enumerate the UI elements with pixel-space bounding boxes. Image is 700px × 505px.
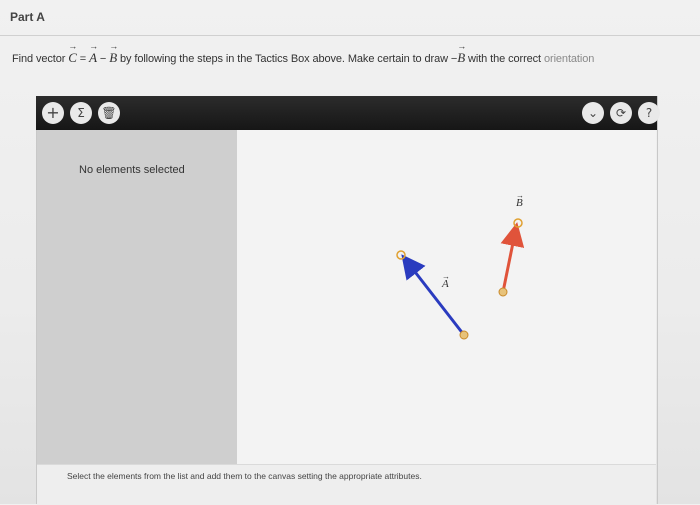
vector-b-line[interactable] xyxy=(500,222,525,293)
vector-a-line[interactable] xyxy=(401,254,466,336)
vector-b[interactable]: B → xyxy=(498,191,525,297)
sum-button[interactable]: Σ xyxy=(70,102,92,124)
toolbar: + Σ 🗑 ⌄ ⟳ ? xyxy=(36,96,660,130)
vector-a[interactable]: A → xyxy=(396,250,469,340)
no-elements-label: No elements selected xyxy=(79,164,185,176)
part-label: Part A xyxy=(10,10,45,24)
canvas-svg: A → B → xyxy=(396,191,525,340)
divider xyxy=(0,35,700,36)
vector-neg-b-symbol: B xyxy=(457,50,465,65)
vector-b-arrow-accent: → xyxy=(516,191,524,200)
instruction-text: Find vector C = A − B by following the s… xyxy=(12,50,652,66)
status-bar: Select the elements from the list and ad… xyxy=(37,464,656,505)
drawing-canvas[interactable]: A → B → xyxy=(237,130,656,464)
status-text: Select the elements from the list and ad… xyxy=(67,471,422,481)
vector-a-head-handle[interactable] xyxy=(396,250,406,260)
vector-b-symbol: B xyxy=(109,50,117,65)
vector-a-symbol: A xyxy=(89,50,97,65)
vector-b-tail-handle[interactable] xyxy=(498,287,508,297)
help-icon[interactable]: ? xyxy=(638,102,660,124)
vector-a-arrow-accent: → xyxy=(442,272,450,281)
vector-b-head-handle[interactable] xyxy=(513,218,523,228)
chevron-down-icon[interactable]: ⌄ xyxy=(582,102,604,124)
reset-icon[interactable]: ⟳ xyxy=(610,102,632,124)
add-vector-button[interactable]: + xyxy=(42,102,64,124)
vector-a-tail-handle[interactable] xyxy=(459,330,469,340)
trash-icon[interactable]: 🗑 xyxy=(98,102,120,124)
vector-c-symbol: C xyxy=(68,50,77,65)
elements-panel: No elements selected xyxy=(37,130,237,464)
